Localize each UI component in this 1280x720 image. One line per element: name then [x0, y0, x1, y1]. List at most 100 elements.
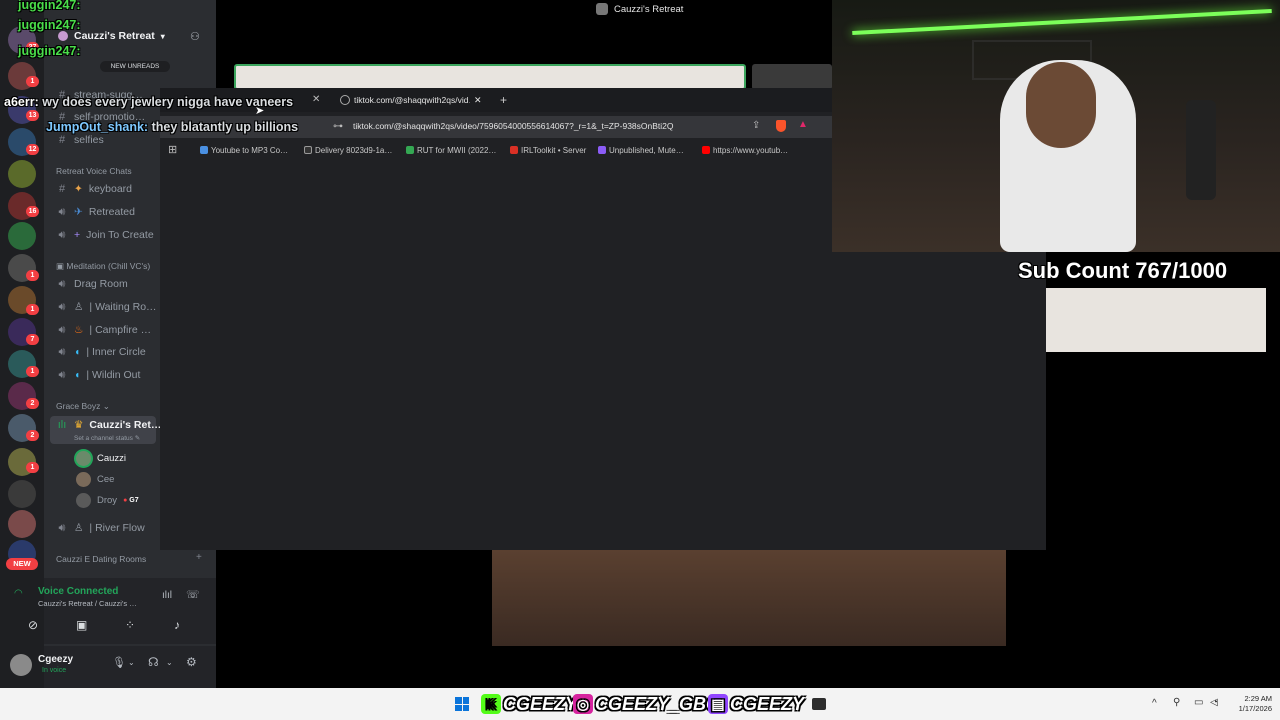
avatar — [76, 450, 91, 466]
brave-rewards-icon[interactable]: ▲ — [798, 119, 808, 130]
speaker-icon: 🔊︎ — [58, 228, 66, 241]
server-icon[interactable] — [8, 480, 36, 508]
bookmark-item[interactable]: Youtube to MP3 Co… — [200, 144, 288, 156]
voice-channel-item[interactable]: 🔊︎ ◖ | Wildin Out — [56, 366, 141, 384]
camera-off-icon[interactable]: ⊘ — [28, 618, 38, 632]
bookmark-item[interactable]: IRLToolkit • Server — [510, 144, 586, 156]
channel-status[interactable]: Set a channel status ✎ — [74, 434, 140, 442]
settings-gear-icon[interactable]: ⚙ — [186, 655, 197, 669]
category-header[interactable]: ▣ Meditation (Chill VC's) — [56, 261, 150, 272]
bookmark-item[interactable]: Unpublished, Mute… — [598, 144, 684, 156]
close-icon[interactable]: ✕ — [312, 94, 320, 105]
unread-badge: 12 — [26, 144, 39, 155]
volume-icon[interactable]: ◁ — [1210, 697, 1218, 708]
chat-message: juggin247: — [18, 44, 81, 58]
voice-channel-item[interactable]: 🔊︎ ♙ | Waiting Ro… — [56, 298, 157, 316]
microphone-tray-icon[interactable]: ⚲ — [1173, 697, 1180, 708]
irltoolkit-icon — [510, 146, 518, 154]
speaker-icon: 🔊︎ — [58, 345, 66, 358]
webcam-feed — [832, 0, 1280, 252]
site-settings-icon[interactable]: ⊶ — [333, 121, 343, 132]
browser-tab-active[interactable]: tiktok.com/@shaqqwith2qs/vid… ✕ — [338, 92, 488, 108]
chevron-down-icon[interactable]: ⌄ — [128, 658, 135, 667]
soundboard-icon[interactable]: ♪ — [174, 618, 180, 632]
active-voice-channel[interactable]: ılı ♛ Cauzzi's Ret… Set a channel status ✎ — [50, 416, 161, 444]
server-icon[interactable] — [8, 160, 36, 188]
voice-channel-item[interactable]: 🔊︎ ♨ | Campfire … — [56, 321, 152, 339]
speaker-icon: 🔊︎ — [58, 205, 66, 218]
activities-icon[interactable]: ⁘ — [125, 618, 135, 632]
category-header[interactable]: Cauzzi E Dating Rooms — [56, 554, 146, 564]
plus-icon[interactable]: + — [196, 552, 202, 563]
disconnect-icon[interactable]: ☏ — [186, 588, 200, 601]
channel-item[interactable]: # ✦ keyboard — [56, 180, 132, 198]
speaker-icon: 🔊︎ — [58, 300, 66, 313]
person-icon: ♙ — [74, 522, 84, 534]
server-icon[interactable] — [8, 222, 36, 250]
unread-badge: 2 — [26, 398, 39, 409]
voice-user[interactable]: Droy ● G7 — [76, 491, 139, 509]
headphones-icon[interactable]: ☊ — [148, 655, 159, 669]
voice-channel-item[interactable]: 🔊︎ + Join To Create — [56, 226, 154, 244]
chat-message: juggin247: — [18, 18, 81, 32]
voice-connected-title[interactable]: Voice Connected — [38, 586, 118, 597]
active-channel-row: ılı ♛ Cauzzi's Ret… — [57, 419, 162, 431]
wave-icon: ◖ — [74, 369, 81, 381]
noise-suppression-icon[interactable]: ılıl — [162, 590, 172, 601]
close-icon[interactable]: ✕ — [474, 95, 482, 106]
bookmark-item[interactable]: RUT for MWII (2022… — [406, 144, 496, 156]
url-field[interactable]: tiktok.com/@shaqqwith2qs/video/759605400… — [353, 121, 674, 133]
apps-grid-icon[interactable]: ⊞ — [168, 143, 177, 156]
clock-date: 1/17/2026 — [1238, 704, 1272, 713]
bookmark-item[interactable]: https://www.youtub… — [702, 144, 788, 156]
unread-badge: 1 — [26, 270, 39, 281]
bookmark-item[interactable]: Delivery 8023d9-1a… — [304, 144, 392, 156]
chevron-down-icon: ⌄ — [102, 401, 110, 411]
user-avatar[interactable] — [10, 654, 32, 676]
voice-channel-item[interactable]: 🔊︎ ♙ | River Flow — [56, 519, 145, 537]
category-header[interactable]: Grace Boyz ⌄ — [56, 401, 110, 412]
chat-message: JumpOut_shank: they blatantly up billion… — [46, 120, 299, 134]
new-unreads-pill[interactable]: NEW UNREADS — [100, 61, 170, 72]
voice-user[interactable]: Cauzzi — [76, 449, 126, 467]
microphone-icon[interactable]: 🎙︎ — [112, 656, 126, 669]
wave-icon: ◖ — [74, 346, 81, 358]
chat-message: juggin247: — [18, 0, 81, 12]
chevron-down-icon[interactable]: ⌄ — [166, 658, 173, 667]
server-icon[interactable] — [8, 510, 36, 538]
stream-placeholder-bar — [234, 64, 746, 90]
username[interactable]: Cgeezy — [38, 654, 73, 665]
chat-message: a6err: wy does every jewlery nigga have … — [4, 95, 294, 109]
crown-icon: ♛ — [74, 419, 84, 431]
window-title: Cauzzi's Retreat — [614, 3, 684, 15]
clock[interactable]: 2:29 AM 1/17/2026 — [1228, 694, 1272, 714]
share-icon[interactable]: ⇪ — [752, 120, 760, 131]
terminal-icon[interactable] — [812, 698, 826, 710]
pencil-icon: ✎ — [134, 435, 141, 442]
led-strip — [852, 9, 1272, 35]
screen-share-icon[interactable]: ▣ — [76, 618, 87, 632]
voice-channel-item[interactable]: 🔊︎ ◖ | Inner Circle — [56, 343, 146, 361]
clock-time: 2:29 AM — [1244, 694, 1272, 703]
server-avatar — [58, 31, 68, 41]
voice-channel-item[interactable]: 🔊︎ ✈ Retreated — [56, 203, 135, 221]
chevron-up-icon[interactable]: ^ — [1152, 698, 1157, 709]
stream-placeholder-bar — [752, 64, 832, 90]
category-header[interactable]: Retreat Voice Chats — [56, 166, 132, 176]
voice-user[interactable]: Cee — [76, 470, 114, 488]
add-member-icon[interactable]: ⚇ — [190, 30, 200, 43]
voice-panel: ◠ Voice Connected Cauzzi's Retreat / Cau… — [14, 578, 216, 644]
chevron-down-icon: ▾ — [160, 31, 165, 41]
display-tray-icon[interactable]: ▭ — [1194, 697, 1203, 708]
windows-start-icon[interactable] — [455, 697, 469, 711]
alert-box — [1046, 288, 1266, 352]
voice-channel-item[interactable]: 🔊︎ Drag Room — [56, 275, 128, 293]
voice-connected-subtitle[interactable]: Cauzzi's Retreat / Cauzzi's … — [38, 599, 137, 608]
brave-shield-icon[interactable] — [776, 120, 786, 132]
new-tab-icon[interactable]: + — [500, 93, 507, 107]
avatar — [76, 492, 91, 508]
unread-badge: 1 — [26, 76, 39, 87]
keyboard-emoji-icon: ✦ — [74, 183, 83, 195]
voice-active-icon: ılı — [57, 419, 67, 431]
retreat-emoji-icon: ✈ — [74, 206, 83, 218]
